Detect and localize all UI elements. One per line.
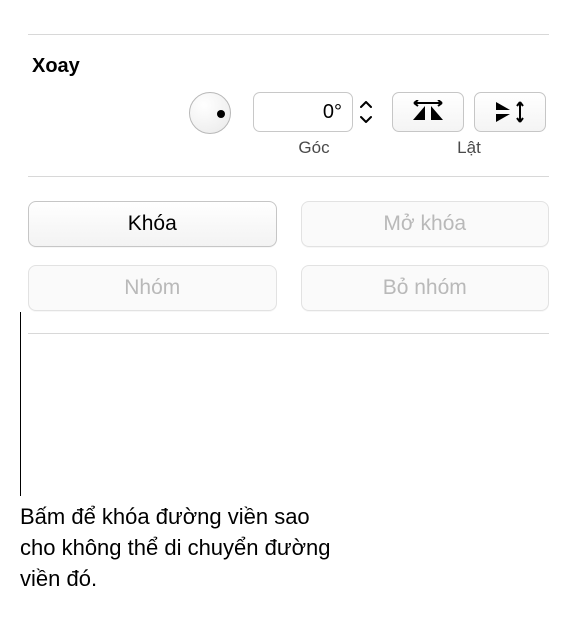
- flip-vertical-icon: [490, 100, 530, 124]
- rotate-title: Xoay: [28, 55, 549, 78]
- arrange-panel: Xoay: [0, 34, 577, 334]
- group-row: Nhóm Bỏ nhóm: [28, 265, 549, 311]
- flip-horizontal-button[interactable]: [392, 92, 464, 132]
- angle-stepper-down[interactable]: [357, 113, 375, 125]
- ungroup-button: Bỏ nhóm: [301, 265, 550, 311]
- rotation-dial-indicator: [217, 110, 225, 118]
- flip-horizontal-icon: [408, 100, 448, 124]
- flip-label: Lật: [457, 138, 481, 158]
- angle-stepper-up[interactable]: [357, 99, 375, 111]
- divider: [28, 333, 549, 334]
- angle-label: Góc: [298, 138, 329, 158]
- flip-buttons: [392, 92, 546, 132]
- flip-group: Lật: [391, 92, 547, 158]
- chevron-down-icon: [360, 115, 372, 123]
- lock-button[interactable]: Khóa: [28, 201, 277, 247]
- angle-stepper: [357, 92, 375, 132]
- lock-group-section: Khóa Mở khóa Nhóm Bỏ nhóm: [28, 177, 549, 333]
- angle-group: Góc: [249, 92, 379, 158]
- angle-input[interactable]: [253, 92, 353, 132]
- rotate-controls-row: Góc: [28, 92, 549, 158]
- angle-input-wrap: [253, 92, 375, 132]
- callout-text: Bấm để khóa đường viền sao cho không thể…: [20, 502, 350, 594]
- rotation-dial-wrap: [183, 92, 237, 134]
- rotate-section: Xoay: [28, 35, 549, 176]
- unlock-button: Mở khóa: [301, 201, 550, 247]
- chevron-up-icon: [360, 101, 372, 109]
- callout-leader-line: [20, 312, 21, 496]
- group-button: Nhóm: [28, 265, 277, 311]
- lock-row: Khóa Mở khóa: [28, 201, 549, 247]
- rotation-dial[interactable]: [189, 92, 231, 134]
- flip-vertical-button[interactable]: [474, 92, 546, 132]
